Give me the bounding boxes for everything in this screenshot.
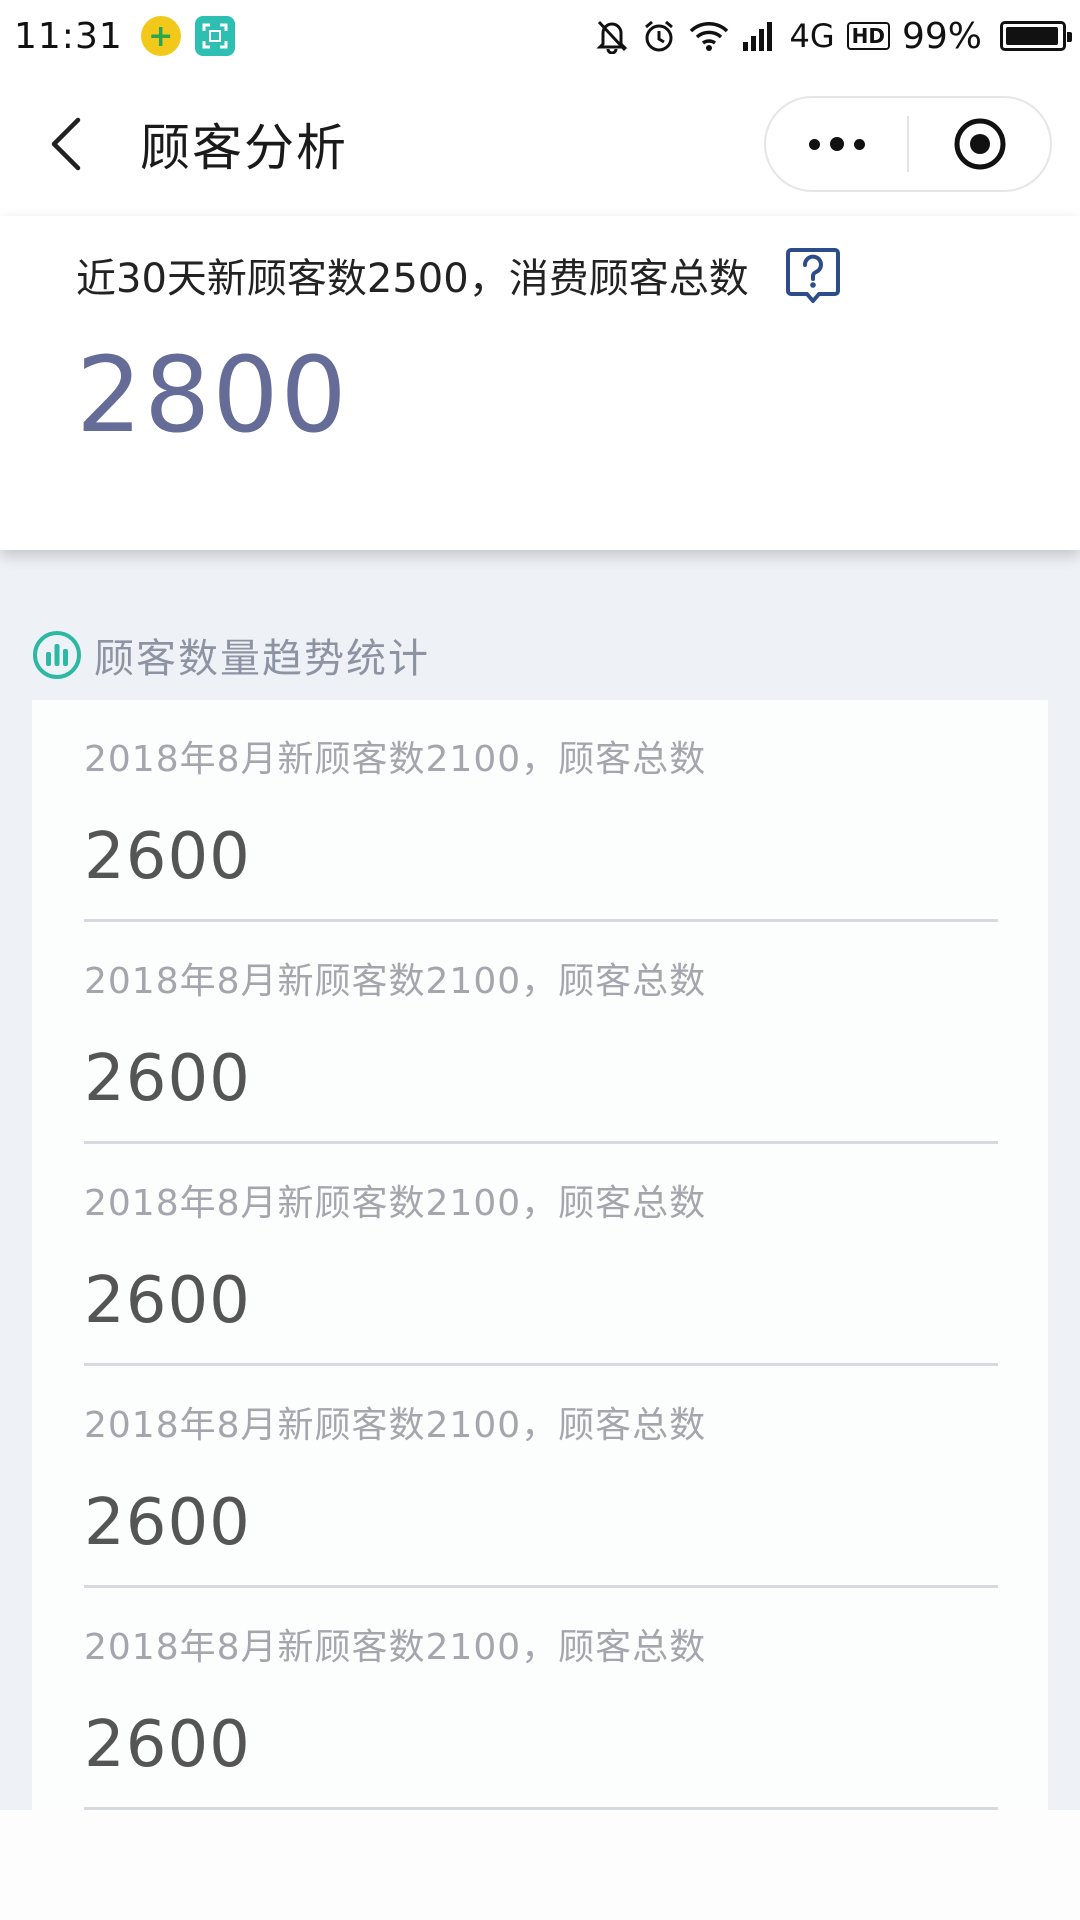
- trend-list: 2018年8月新顾客数2100，顾客总数 2600 2018年8月新顾客数210…: [32, 700, 1048, 1810]
- item-label: 2018年8月新顾客数2100，顾客总数: [84, 1405, 707, 1446]
- summary-card: 近30天新顾客数2500，消费顾客总数 2800: [0, 216, 1080, 550]
- item-value: 2600: [84, 820, 251, 894]
- alarm-icon: [641, 18, 677, 54]
- item-label: 2018年8月新顾客数2100，顾客总数: [84, 1183, 707, 1224]
- item-label: 2018年8月新顾客数2100，顾客总数: [84, 1627, 707, 1668]
- more-dots-icon: [808, 138, 820, 150]
- status-time: 11:31: [14, 15, 123, 57]
- back-button[interactable]: [34, 112, 98, 176]
- battery-percent: 99%: [901, 15, 982, 57]
- bottom-area: [0, 1810, 1080, 1920]
- item-value: 2600: [84, 1708, 251, 1782]
- scan-app-icon: [194, 16, 235, 56]
- list-item[interactable]: 2018年8月新顾客数2100，顾客总数 2600: [84, 1366, 998, 1588]
- battery-icon: [1000, 21, 1072, 51]
- item-label: 2018年8月新顾客数2100，顾客总数: [84, 739, 707, 780]
- section-title: 顾客数量趋势统计: [94, 636, 430, 682]
- signal-icon: [741, 20, 777, 52]
- trend-section: 顾客数量趋势统计 2018年8月新顾客数2100，顾客总数 2600 2018年…: [0, 550, 1080, 1810]
- list-item[interactable]: 2018年8月新顾客数2100，顾客总数 2600: [84, 922, 998, 1144]
- item-value: 2600: [84, 1264, 251, 1338]
- section-header: 顾客数量趋势统计: [32, 626, 430, 684]
- summary-text: 近30天新顾客数2500，消费顾客总数: [76, 256, 749, 302]
- close-button[interactable]: [909, 98, 1050, 190]
- page-title: 顾客分析: [140, 119, 348, 177]
- close-target-icon: [954, 118, 1005, 170]
- list-item[interactable]: 2018年8月新顾客数2100，顾客总数 2600: [84, 1588, 998, 1810]
- summary-line: 近30天新顾客数2500，消费顾客总数: [76, 246, 841, 304]
- mute-bell-icon: [595, 18, 629, 54]
- bar-chart-icon: [33, 631, 81, 679]
- back-arrow-icon: [51, 117, 81, 171]
- app-plus-icon: +: [140, 16, 181, 56]
- network-type: 4G: [789, 17, 835, 55]
- question-icon[interactable]: [785, 246, 841, 304]
- item-value: 2600: [84, 1042, 251, 1116]
- more-button[interactable]: [766, 98, 907, 190]
- wifi-icon: [689, 20, 729, 52]
- list-item[interactable]: 2018年8月新顾客数2100，顾客总数 2600: [84, 700, 998, 922]
- list-item[interactable]: 2018年8月新顾客数2100，顾客总数 2600: [84, 1144, 998, 1366]
- total-customers-value: 2800: [76, 334, 349, 456]
- status-bar: 11:31 + 4G HD 99%: [0, 0, 1080, 72]
- status-right-group: 4G HD 99%: [595, 15, 1072, 57]
- item-value: 2600: [84, 1486, 251, 1560]
- mini-program-capsule: [764, 96, 1052, 192]
- nav-bar: 顾客分析: [0, 72, 1080, 216]
- hd-badge: HD: [846, 22, 890, 50]
- item-label: 2018年8月新顾客数2100，顾客总数: [84, 961, 707, 1002]
